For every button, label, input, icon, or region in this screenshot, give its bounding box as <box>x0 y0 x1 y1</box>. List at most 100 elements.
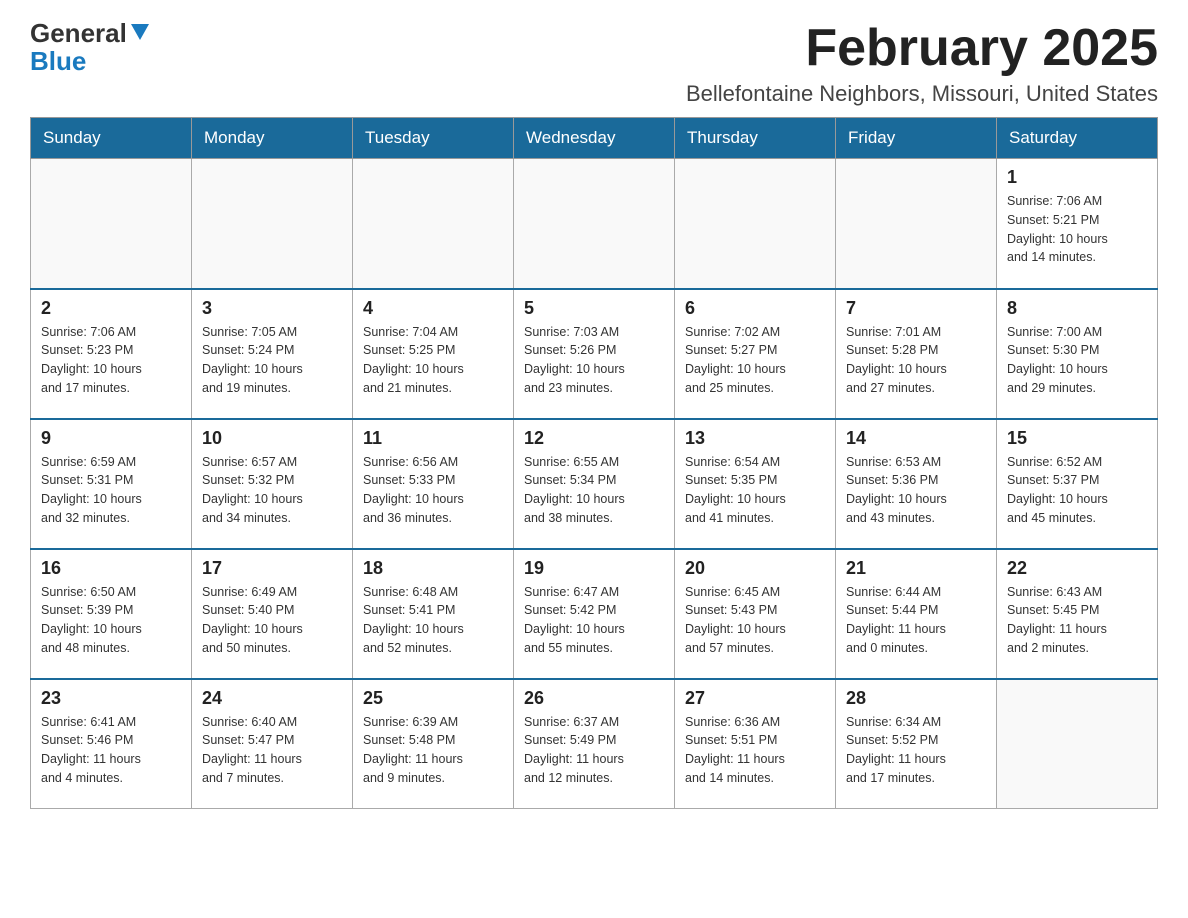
day-info: Sunrise: 6:41 AM Sunset: 5:46 PM Dayligh… <box>41 713 181 788</box>
day-info: Sunrise: 7:06 AM Sunset: 5:23 PM Dayligh… <box>41 323 181 398</box>
day-info: Sunrise: 7:06 AM Sunset: 5:21 PM Dayligh… <box>1007 192 1147 267</box>
day-info: Sunrise: 6:39 AM Sunset: 5:48 PM Dayligh… <box>363 713 503 788</box>
table-row: 5 Sunrise: 7:03 AM Sunset: 5:26 PM Daylig… <box>514 289 675 419</box>
day-info: Sunrise: 6:49 AM Sunset: 5:40 PM Dayligh… <box>202 583 342 658</box>
day-info: Sunrise: 7:03 AM Sunset: 5:26 PM Dayligh… <box>524 323 664 398</box>
day-number: 3 <box>202 298 342 319</box>
table-row <box>836 159 997 289</box>
table-row: 17 Sunrise: 6:49 AM Sunset: 5:40 PM Dayli… <box>192 549 353 679</box>
day-info: Sunrise: 6:52 AM Sunset: 5:37 PM Dayligh… <box>1007 453 1147 528</box>
day-number: 19 <box>524 558 664 579</box>
table-row: 14 Sunrise: 6:53 AM Sunset: 5:36 PM Dayli… <box>836 419 997 549</box>
day-number: 17 <box>202 558 342 579</box>
table-row: 27 Sunrise: 6:36 AM Sunset: 5:51 PM Dayli… <box>675 679 836 809</box>
day-number: 7 <box>846 298 986 319</box>
day-info: Sunrise: 6:48 AM Sunset: 5:41 PM Dayligh… <box>363 583 503 658</box>
header-tuesday: Tuesday <box>353 118 514 159</box>
calendar-week-row: 9 Sunrise: 6:59 AM Sunset: 5:31 PM Daylig… <box>31 419 1158 549</box>
day-info: Sunrise: 6:45 AM Sunset: 5:43 PM Dayligh… <box>685 583 825 658</box>
day-number: 21 <box>846 558 986 579</box>
day-info: Sunrise: 6:43 AM Sunset: 5:45 PM Dayligh… <box>1007 583 1147 658</box>
logo-blue-text: Blue <box>30 46 86 77</box>
calendar-title-area: February 2025 Bellefontaine Neighbors, M… <box>686 20 1158 107</box>
weekday-header-row: Sunday Monday Tuesday Wednesday Thursday… <box>31 118 1158 159</box>
day-number: 12 <box>524 428 664 449</box>
day-number: 6 <box>685 298 825 319</box>
day-info: Sunrise: 6:54 AM Sunset: 5:35 PM Dayligh… <box>685 453 825 528</box>
table-row <box>997 679 1158 809</box>
day-number: 10 <box>202 428 342 449</box>
table-row: 13Sunrise: 6:54 AM Sunset: 5:35 PM Dayli… <box>675 419 836 549</box>
header-friday: Friday <box>836 118 997 159</box>
day-number: 1 <box>1007 167 1147 188</box>
table-row: 4 Sunrise: 7:04 AM Sunset: 5:25 PM Daylig… <box>353 289 514 419</box>
day-number: 25 <box>363 688 503 709</box>
location-title: Bellefontaine Neighbors, Missouri, Unite… <box>686 81 1158 107</box>
day-number: 9 <box>41 428 181 449</box>
table-row: 2 Sunrise: 7:06 AM Sunset: 5:23 PM Daylig… <box>31 289 192 419</box>
day-number: 14 <box>846 428 986 449</box>
table-row: 9 Sunrise: 6:59 AM Sunset: 5:31 PM Daylig… <box>31 419 192 549</box>
table-row: 8Sunrise: 7:00 AM Sunset: 5:30 PM Daylig… <box>997 289 1158 419</box>
month-title: February 2025 <box>686 20 1158 77</box>
table-row: 10 Sunrise: 6:57 AM Sunset: 5:32 PM Dayli… <box>192 419 353 549</box>
table-row <box>353 159 514 289</box>
table-row: 6 Sunrise: 7:02 AM Sunset: 5:27 PM Daylig… <box>675 289 836 419</box>
table-row: 28Sunrise: 6:34 AM Sunset: 5:52 PM Dayli… <box>836 679 997 809</box>
day-info: Sunrise: 6:44 AM Sunset: 5:44 PM Dayligh… <box>846 583 986 658</box>
day-info: Sunrise: 6:36 AM Sunset: 5:51 PM Dayligh… <box>685 713 825 788</box>
table-row: 3Sunrise: 7:05 AM Sunset: 5:24 PM Daylig… <box>192 289 353 419</box>
day-number: 26 <box>524 688 664 709</box>
table-row <box>192 159 353 289</box>
table-row: 24 Sunrise: 6:40 AM Sunset: 5:47 PM Dayli… <box>192 679 353 809</box>
day-info: Sunrise: 6:56 AM Sunset: 5:33 PM Dayligh… <box>363 453 503 528</box>
table-row: 20 Sunrise: 6:45 AM Sunset: 5:43 PM Dayli… <box>675 549 836 679</box>
day-number: 23 <box>41 688 181 709</box>
table-row: 15Sunrise: 6:52 AM Sunset: 5:37 PM Dayli… <box>997 419 1158 549</box>
table-row: 22 Sunrise: 6:43 AM Sunset: 5:45 PM Dayli… <box>997 549 1158 679</box>
day-info: Sunrise: 7:02 AM Sunset: 5:27 PM Dayligh… <box>685 323 825 398</box>
table-row <box>31 159 192 289</box>
day-number: 5 <box>524 298 664 319</box>
table-row: 11 Sunrise: 6:56 AM Sunset: 5:33 PM Dayli… <box>353 419 514 549</box>
table-row: 23 Sunrise: 6:41 AM Sunset: 5:46 PM Dayli… <box>31 679 192 809</box>
day-number: 22 <box>1007 558 1147 579</box>
day-number: 2 <box>41 298 181 319</box>
day-info: Sunrise: 6:59 AM Sunset: 5:31 PM Dayligh… <box>41 453 181 528</box>
day-info: Sunrise: 6:57 AM Sunset: 5:32 PM Dayligh… <box>202 453 342 528</box>
table-row: 26Sunrise: 6:37 AM Sunset: 5:49 PM Dayli… <box>514 679 675 809</box>
table-row: 7 Sunrise: 7:01 AM Sunset: 5:28 PM Daylig… <box>836 289 997 419</box>
table-row: 1 Sunrise: 7:06 AM Sunset: 5:21 PM Daylig… <box>997 159 1158 289</box>
day-number: 4 <box>363 298 503 319</box>
day-info: Sunrise: 6:53 AM Sunset: 5:36 PM Dayligh… <box>846 453 986 528</box>
table-row: 18Sunrise: 6:48 AM Sunset: 5:41 PM Dayli… <box>353 549 514 679</box>
table-row: 12 Sunrise: 6:55 AM Sunset: 5:34 PM Dayli… <box>514 419 675 549</box>
calendar-week-row: 23 Sunrise: 6:41 AM Sunset: 5:46 PM Dayli… <box>31 679 1158 809</box>
table-row: 16 Sunrise: 6:50 AM Sunset: 5:39 PM Dayli… <box>31 549 192 679</box>
calendar-table: Sunday Monday Tuesday Wednesday Thursday… <box>30 117 1158 809</box>
table-row <box>514 159 675 289</box>
day-info: Sunrise: 7:00 AM Sunset: 5:30 PM Dayligh… <box>1007 323 1147 398</box>
logo-triangle-icon <box>129 20 151 42</box>
day-info: Sunrise: 6:55 AM Sunset: 5:34 PM Dayligh… <box>524 453 664 528</box>
table-row: 19Sunrise: 6:47 AM Sunset: 5:42 PM Dayli… <box>514 549 675 679</box>
day-number: 24 <box>202 688 342 709</box>
header-sunday: Sunday <box>31 118 192 159</box>
header-saturday: Saturday <box>997 118 1158 159</box>
day-info: Sunrise: 7:04 AM Sunset: 5:25 PM Dayligh… <box>363 323 503 398</box>
day-number: 16 <box>41 558 181 579</box>
day-info: Sunrise: 7:01 AM Sunset: 5:28 PM Dayligh… <box>846 323 986 398</box>
logo: General Blue <box>30 20 151 77</box>
table-row: 25 Sunrise: 6:39 AM Sunset: 5:48 PM Dayli… <box>353 679 514 809</box>
day-number: 20 <box>685 558 825 579</box>
calendar-week-row: 16 Sunrise: 6:50 AM Sunset: 5:39 PM Dayli… <box>31 549 1158 679</box>
day-info: Sunrise: 6:50 AM Sunset: 5:39 PM Dayligh… <box>41 583 181 658</box>
header-thursday: Thursday <box>675 118 836 159</box>
day-info: Sunrise: 6:40 AM Sunset: 5:47 PM Dayligh… <box>202 713 342 788</box>
day-number: 27 <box>685 688 825 709</box>
day-number: 11 <box>363 428 503 449</box>
calendar-week-row: 1 Sunrise: 7:06 AM Sunset: 5:21 PM Daylig… <box>31 159 1158 289</box>
table-row <box>675 159 836 289</box>
calendar-week-row: 2 Sunrise: 7:06 AM Sunset: 5:23 PM Daylig… <box>31 289 1158 419</box>
header-monday: Monday <box>192 118 353 159</box>
